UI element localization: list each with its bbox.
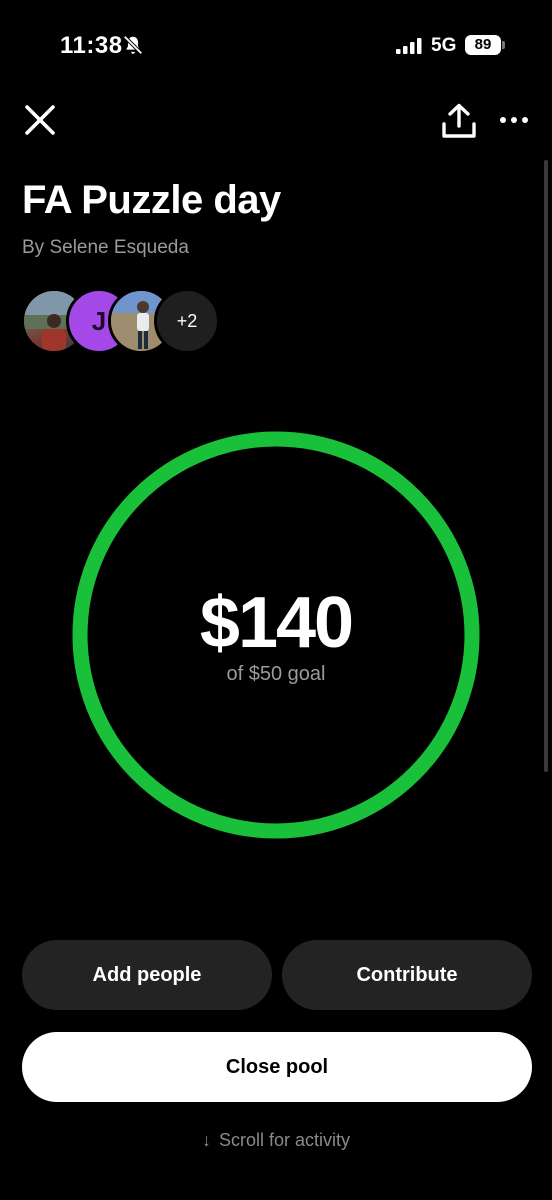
network-type: 5G — [431, 35, 457, 56]
signal-icon — [396, 38, 422, 54]
scroll-hint-label: Scroll for activity — [218, 1130, 351, 1150]
page-title: FA Puzzle day — [22, 178, 281, 222]
more-members-badge[interactable]: +2 — [154, 288, 220, 354]
status-time: 11:38 — [60, 32, 123, 59]
battery-indicator: 89 — [465, 35, 501, 55]
scroll-hint[interactable]: ↓ Scroll for activity — [0, 1130, 552, 1151]
bell-muted-icon — [123, 35, 143, 55]
share-icon[interactable] — [440, 102, 478, 140]
close-icon[interactable] — [22, 102, 58, 138]
more-icon[interactable] — [496, 108, 532, 132]
status-bar: 11:38 5G 89 — [0, 0, 552, 90]
pool-goal: of $50 goal — [226, 663, 326, 685]
arrow-down-icon: ↓ — [201, 1130, 211, 1150]
add-people-button[interactable]: Add people — [22, 940, 272, 1010]
pool-creator: By Selene Esqueda — [22, 237, 189, 258]
battery-tip — [502, 41, 505, 49]
pool-amount: $140 — [199, 583, 354, 663]
contribute-button[interactable]: Contribute — [282, 940, 532, 1010]
close-pool-button[interactable]: Close pool — [22, 1032, 532, 1102]
